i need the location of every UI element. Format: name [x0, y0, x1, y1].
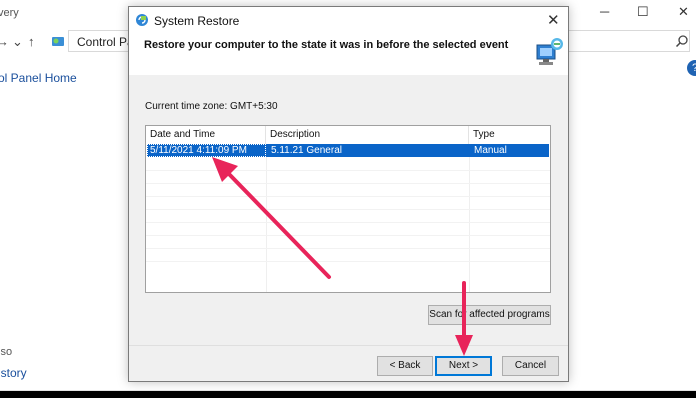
- restore-point-description: 5.11.21 General: [271, 145, 342, 156]
- row-divider: [146, 196, 550, 197]
- row-divider: [146, 235, 550, 236]
- forward-arrow-icon[interactable]: →: [0, 34, 9, 49]
- control-panel-icon: [52, 37, 64, 46]
- back-button[interactable]: < Back: [377, 356, 433, 376]
- column-header-type[interactable]: Type: [469, 126, 550, 144]
- restore-point-date: 5/11/2021 4:11:09 PM: [147, 144, 266, 157]
- current-time-zone: Current time zone: GMT+5:30: [145, 101, 278, 112]
- up-arrow-icon[interactable]: ↑: [28, 34, 35, 49]
- background-window-title: very: [0, 7, 19, 19]
- next-button[interactable]: Next >: [435, 356, 492, 376]
- row-divider: [146, 209, 550, 210]
- search-icon[interactable]: [675, 34, 689, 48]
- restore-point-type: Manual: [474, 145, 507, 156]
- row-divider: [146, 248, 550, 249]
- row-divider: [146, 170, 550, 171]
- row-divider: [146, 222, 550, 223]
- control-panel-home-link[interactable]: ol Panel Home: [0, 71, 77, 85]
- dialog-heading: Restore your computer to the state it wa…: [144, 39, 509, 51]
- see-also-label: lso: [0, 346, 13, 358]
- column-divider: [266, 144, 267, 292]
- dialog-title: System Restore: [154, 14, 240, 28]
- restore-computer-icon: [536, 38, 563, 65]
- close-icon[interactable]: ✕: [678, 4, 689, 20]
- cancel-button[interactable]: Cancel: [502, 356, 559, 376]
- column-header-date[interactable]: Date and Time: [146, 126, 266, 144]
- row-divider: [146, 183, 550, 184]
- minimize-icon[interactable]: ─: [600, 4, 609, 19]
- system-restore-dialog: System Restore ✕ Restore your computer t…: [128, 6, 569, 382]
- column-header-description[interactable]: Description: [266, 126, 469, 144]
- column-divider: [469, 144, 470, 292]
- scan-affected-programs-button[interactable]: Scan for affected programs: [428, 305, 551, 325]
- restore-points-list[interactable]: Date and Time Description Type 5/11/2021…: [145, 125, 551, 293]
- dropdown-chevron-icon[interactable]: ⌄: [12, 34, 23, 50]
- dialog-header: System Restore ✕ Restore your computer t…: [129, 7, 568, 75]
- row-divider: [146, 261, 550, 262]
- maximize-icon[interactable]: ☐: [637, 4, 649, 20]
- restore-point-row-selected[interactable]: 5/11/2021 4:11:09 PM 5.11.21 General Man…: [147, 144, 549, 157]
- help-icon[interactable]: ?: [687, 60, 696, 76]
- history-link[interactable]: istory: [0, 366, 27, 380]
- dialog-close-icon[interactable]: ✕: [547, 11, 560, 29]
- system-restore-icon: [136, 14, 148, 26]
- footer-divider: [129, 345, 568, 346]
